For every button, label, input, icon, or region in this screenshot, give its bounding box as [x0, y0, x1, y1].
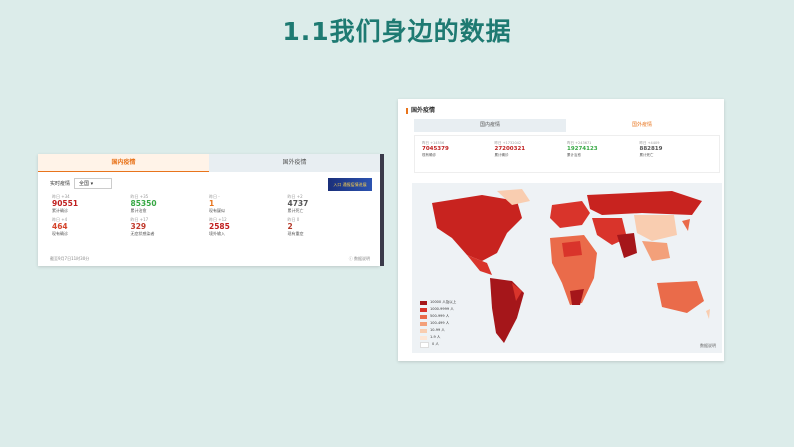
legend-label: 1000-9999 人 [430, 307, 454, 311]
domestic-epidemic-panel: 国内疫情 国外疫情 实时疫情 全国 ▾ 入口 通报疫情进展 昨日 +34 905… [38, 154, 380, 266]
update-timestamp: 截至9月7日11时30分 [50, 256, 90, 261]
legend-item: 1-9 人 [420, 334, 456, 341]
tab-domestic[interactable]: 国内疫情 [414, 119, 566, 132]
legend-swatch [420, 314, 427, 319]
filter-label: 实时疫情 [50, 181, 71, 187]
stat-value: 19274123 [567, 145, 598, 152]
stat-label: 现有疑似 [209, 208, 225, 213]
region-japan [682, 219, 690, 231]
legend-item: 100-499 人 [420, 320, 456, 327]
stat-value: 4737 [287, 199, 309, 208]
region-south-america [490, 278, 524, 343]
tab-foreign[interactable]: 国外疫情 [566, 119, 718, 132]
stat-value: 85350 [130, 199, 157, 208]
stat-value: 7045379 [422, 145, 449, 152]
chevron-down-icon: ▾ [90, 181, 94, 187]
legend-item: 1000-9999 人 [420, 306, 456, 313]
legend-swatch [420, 335, 427, 340]
stat-label: 累计死亡 [287, 208, 304, 213]
cropped-edge [380, 154, 384, 266]
region-new-zealand [706, 309, 710, 319]
region-russia [587, 191, 702, 215]
stat-label: 无症状感染者 [130, 231, 155, 236]
legend-swatch [420, 300, 427, 305]
region-china [634, 215, 677, 241]
stat-value: 329 [130, 222, 147, 231]
stat-confirmed-total: 昨日 +34 90551 累计确诊 [52, 194, 131, 213]
stat-recovered-total: 昨日 +243671 19274123 累计治愈 [567, 141, 640, 157]
world-map-graphic [432, 189, 710, 343]
stat-label: 累计治愈 [130, 208, 147, 213]
stat-label: 现有重症 [287, 231, 304, 236]
world-map[interactable]: 10000 人及以上 1000-9999 人 500-999 人 100-499… [412, 183, 722, 353]
news-banner[interactable]: 入口 通报疫情进展 [328, 178, 372, 191]
legend-label: 100-499 人 [430, 321, 450, 325]
stat-label: 境外输入 [209, 231, 225, 236]
legend-item: 10-99 人 [420, 327, 456, 334]
map-legend: 10000 人及以上 1000-9999 人 500-999 人 100-499… [420, 299, 456, 348]
legend-label: 500-999 人 [430, 314, 450, 318]
stat-value: 2585 [209, 222, 230, 231]
legend-label: 1-9 人 [430, 335, 441, 339]
stat-label: 累计确诊 [494, 152, 509, 157]
legend-swatch [420, 307, 427, 312]
tab-domestic[interactable]: 国内疫情 [38, 154, 209, 172]
stat-severe: 昨日 0 2 现有重症 [288, 217, 367, 236]
stat-confirmed-total: 昨日 +1732042 27200321 累计确诊 [495, 141, 568, 157]
legend-swatch [420, 341, 429, 348]
info-icon: ⓘ [348, 256, 353, 261]
region-india [617, 233, 637, 258]
stat-label: 现有确诊 [422, 152, 436, 157]
stat-deaths-total: 昨日 +2 4737 累计死亡 [288, 194, 367, 213]
domestic-stats-grid: 昨日 +34 90551 累计确诊 昨日 +35 85350 累计治愈 昨日 -… [52, 194, 366, 236]
stat-imported: 昨日 +12 2585 境外输入 [209, 217, 288, 236]
stat-deaths-total: 昨日 +4409 882819 累计死亡 [640, 141, 713, 157]
stat-value: 882819 [639, 145, 663, 152]
stat-value: 2 [287, 222, 293, 231]
filter-bar: 实时疫情 全国 ▾ [50, 178, 113, 189]
stat-suspected: 昨日 - 1 现有疑似 [209, 194, 288, 213]
section-title: 国外疫情 [411, 107, 436, 114]
data-source-label: 数据说明 [354, 256, 370, 261]
region-southeast-asia [642, 241, 670, 261]
stat-value: 464 [52, 222, 68, 231]
domestic-tab-bar: 国内疫情 国外疫情 [38, 154, 380, 172]
foreign-stats-grid: 昨日 +14556 7045379 现有确诊 昨日 +1732042 27200… [422, 141, 712, 157]
section-header: 国外疫情 [406, 105, 435, 114]
stat-label: 现有确诊 [52, 231, 68, 236]
region-europe [550, 201, 590, 228]
region-north-america [432, 195, 522, 261]
slide-title: 1.1我们身边的数据 [282, 17, 512, 46]
legend-swatch [420, 321, 427, 326]
legend-swatch [420, 328, 427, 333]
region-north-africa [562, 241, 582, 257]
stat-confirmed-current: 昨日 +14556 7045379 现有确诊 [422, 141, 495, 157]
data-source-link[interactable]: ⓘ 数据说明 [349, 256, 370, 262]
region-select-value: 全国 [79, 181, 90, 187]
stat-label: 累计治愈 [567, 152, 581, 157]
region-australia [657, 281, 704, 313]
stat-confirmed-current: 昨日 +4 464 现有确诊 [52, 217, 131, 236]
stat-label: 累计死亡 [639, 152, 654, 157]
region-select[interactable]: 全国 ▾ [74, 178, 113, 189]
foreign-epidemic-panel: 国外疫情 国内疫情 国外疫情 昨日 +14556 7045379 现有确诊 昨日… [398, 99, 724, 361]
stat-recovered-total: 昨日 +35 85350 累计治愈 [131, 194, 210, 213]
stat-label: 累计确诊 [52, 208, 68, 213]
legend-label: 0 人 [432, 342, 439, 346]
tab-foreign[interactable]: 国外疫情 [209, 154, 380, 172]
legend-label: 10000 人及以上 [430, 300, 457, 304]
stat-asymptomatic: 昨日 +17 329 无症状感染者 [131, 217, 210, 236]
legend-item: 500-999 人 [420, 313, 456, 320]
stat-value: 27200321 [494, 145, 526, 152]
legend-item: 10000 人及以上 [420, 299, 456, 306]
foreign-tab-bar: 国内疫情 国外疫情 [414, 119, 718, 132]
legend-item: 0 人 [420, 341, 456, 348]
section-marker-icon [406, 107, 408, 114]
stat-value: 1 [209, 199, 215, 208]
legend-label: 10-99 人 [430, 328, 445, 332]
map-data-source-link[interactable]: 数据说明 [700, 343, 716, 349]
stat-value: 90551 [52, 199, 79, 208]
